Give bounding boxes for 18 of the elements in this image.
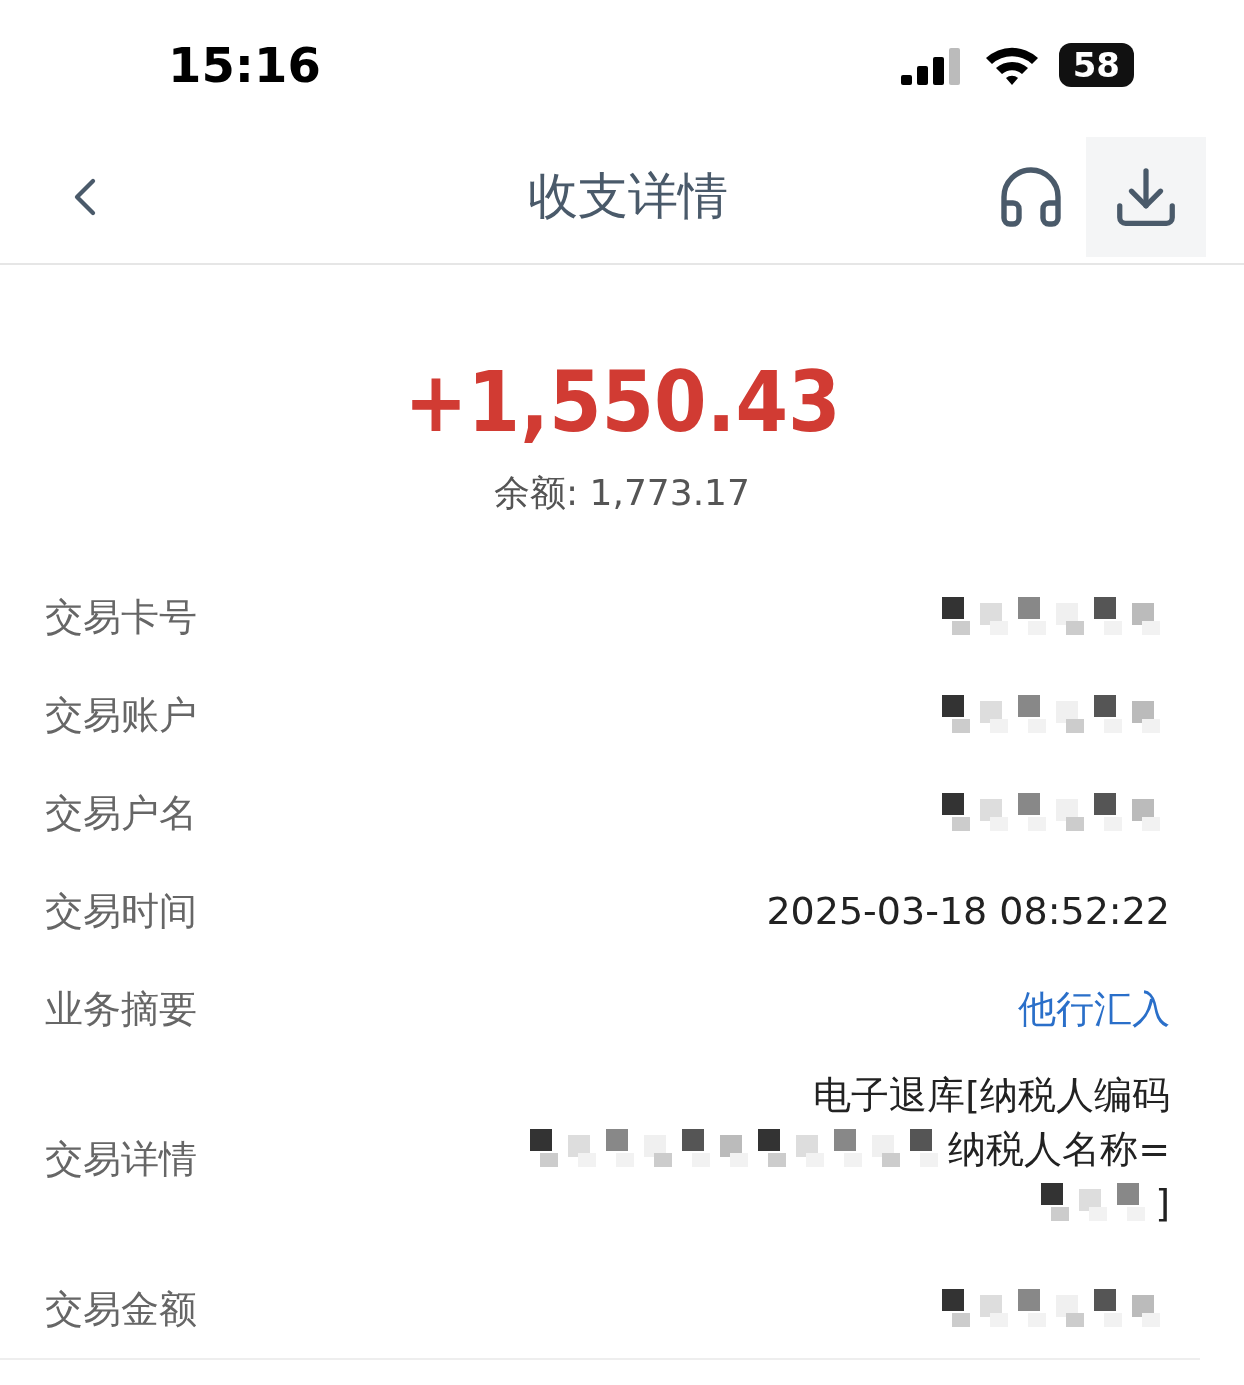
detail-text: ] — [1155, 1181, 1170, 1225]
row-link[interactable]: 他行汇入 — [1018, 983, 1170, 1035]
download-button[interactable] — [1086, 136, 1206, 257]
row-label: 交易时间 — [45, 887, 197, 935]
balance-text: 余额: 1,773.17 — [494, 471, 750, 515]
battery-indicator: 58 — [1058, 43, 1134, 87]
status-time: 15:16 — [168, 37, 321, 93]
transaction-amount: +1,550.43 — [403, 353, 841, 451]
detail-text: 电子退库[纳税人编码 — [813, 1071, 1170, 1119]
row-value: 2025-03-18 08:52:22 — [766, 889, 1170, 933]
page-title: 收支详情 — [528, 166, 728, 227]
row-label: 交易账户 — [45, 691, 197, 739]
row-label: 交易户名 — [45, 789, 197, 837]
row-label: 交易卡号 — [45, 593, 197, 641]
row-label: 交易详情 — [45, 1135, 197, 1183]
detail-text: 纳税人名称= — [948, 1125, 1170, 1173]
row-label: 业务摘要 — [45, 985, 197, 1033]
row-label: 交易金额 — [45, 1285, 197, 1333]
